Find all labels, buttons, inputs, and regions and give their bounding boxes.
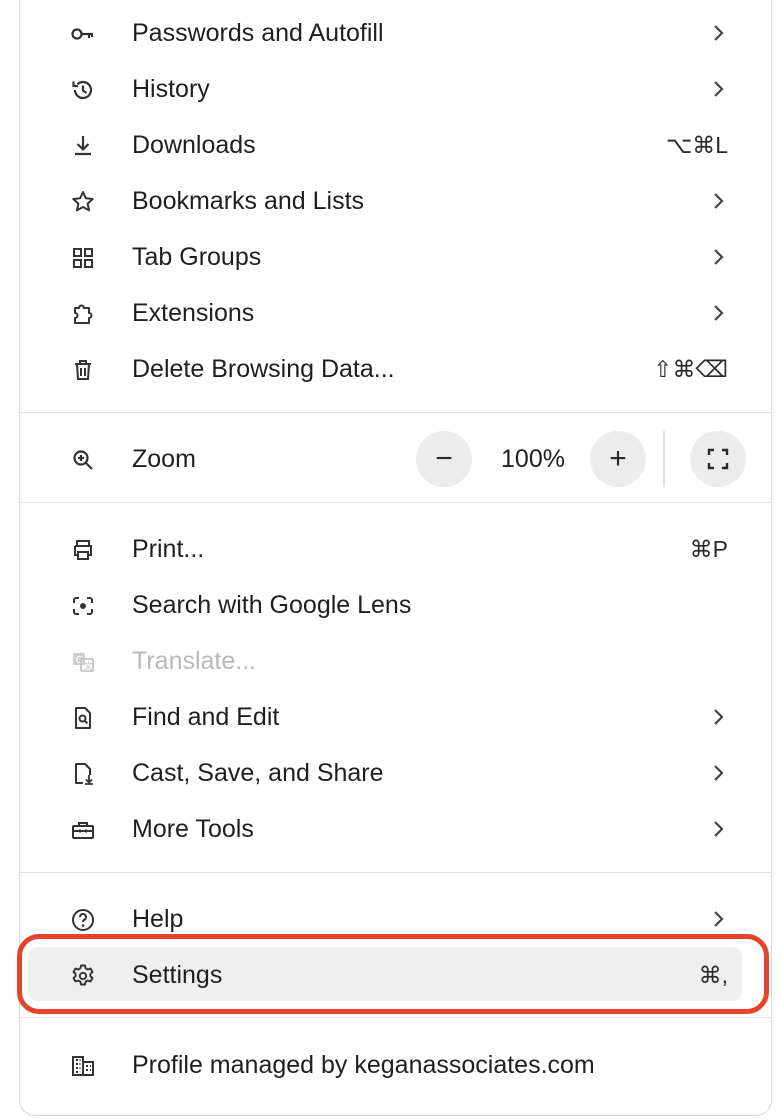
chevron-right-icon (714, 81, 724, 97)
chevron-right-icon (714, 821, 724, 837)
menu-divider (20, 502, 772, 503)
puzzle-icon (70, 301, 96, 327)
help-icon (70, 907, 96, 933)
menu-item-translate: G文 Translate... (20, 633, 772, 689)
chevron-right-icon (714, 249, 724, 265)
highlight-callout (17, 934, 769, 1014)
chevron-right-icon (714, 911, 724, 927)
menu-item-passwords[interactable]: Passwords and Autofill (20, 5, 772, 61)
zoom-level-value: 100% (501, 445, 565, 473)
menu-item-bookmarks[interactable]: Bookmarks and Lists (20, 173, 772, 229)
translate-icon: G文 (70, 649, 96, 675)
menu-item-find-edit[interactable]: Find and Edit (20, 689, 772, 745)
trash-icon (70, 357, 96, 383)
key-icon (70, 21, 96, 47)
toolbox-icon (70, 817, 96, 843)
menu-item-zoom: Zoom (20, 431, 772, 487)
plus-icon: + (609, 442, 627, 475)
menu-item-label: History (132, 75, 210, 103)
menu-item-history[interactable]: History (20, 61, 772, 117)
menu-item-label: Bookmarks and Lists (132, 187, 365, 215)
menu-item-google-lens[interactable]: Search with Google Lens (20, 577, 772, 633)
menu-item-label: Profile managed by keganassociates.com (132, 1051, 595, 1079)
zoom-separator (663, 431, 665, 487)
menu-divider (20, 412, 772, 413)
menu-divider (20, 1017, 772, 1018)
menu-item-managed-profile[interactable]: Profile managed by keganassociates.com (20, 1037, 772, 1093)
download-icon (70, 133, 96, 159)
star-icon (70, 189, 96, 215)
minus-icon: − (435, 442, 453, 475)
zoom-in-icon (70, 447, 96, 473)
shortcut-text: ⌘P (689, 536, 728, 562)
menu-item-label: Downloads (132, 131, 256, 159)
save-page-icon (70, 761, 96, 787)
menu-item-label: Search with Google Lens (132, 591, 412, 619)
chevron-right-icon (714, 765, 724, 781)
fullscreen-button[interactable] (690, 431, 746, 487)
lens-icon (70, 593, 96, 619)
chevron-right-icon (714, 193, 724, 209)
grid-icon (70, 245, 96, 271)
shortcut-text: ⇧⌘⌫ (653, 356, 728, 382)
menu-item-label: Find and Edit (132, 703, 280, 731)
chevron-right-icon (714, 305, 724, 321)
zoom-out-button[interactable]: − (416, 431, 472, 487)
chevron-right-icon (714, 25, 724, 41)
menu-item-label: More Tools (132, 815, 254, 843)
history-icon (70, 77, 96, 103)
printer-icon (70, 537, 96, 563)
menu-item-extensions[interactable]: Extensions (20, 285, 772, 341)
menu-item-more-tools[interactable]: More Tools (20, 801, 772, 857)
menu-item-downloads[interactable]: Downloads ⌥⌘L (20, 117, 772, 173)
menu-item-delete-browsing-data[interactable]: Delete Browsing Data... ⇧⌘⌫ (20, 341, 772, 397)
menu-item-tab-groups[interactable]: Tab Groups (20, 229, 772, 285)
zoom-in-button[interactable]: + (590, 431, 646, 487)
menu-item-label: Cast, Save, and Share (132, 759, 384, 787)
menu-divider (20, 872, 772, 873)
menu-item-cast-save-share[interactable]: Cast, Save, and Share (20, 745, 772, 801)
fullscreen-icon (707, 448, 729, 470)
zoom-label: Zoom (132, 445, 196, 473)
menu-item-label: Print... (132, 535, 205, 563)
menu-item-label: Extensions (132, 299, 255, 327)
menu-item-label: Tab Groups (132, 243, 262, 271)
menu-item-label: Passwords and Autofill (132, 19, 384, 47)
menu-item-label: Translate... (132, 647, 257, 675)
menu-item-label: Delete Browsing Data... (132, 355, 395, 383)
svg-text:文: 文 (84, 660, 93, 672)
chevron-right-icon (714, 709, 724, 725)
svg-text:G: G (76, 655, 84, 666)
find-page-icon (70, 705, 96, 731)
shortcut-text: ⌥⌘L (665, 132, 728, 158)
building-icon (70, 1053, 96, 1079)
menu-item-print[interactable]: Print... ⌘P (20, 521, 772, 577)
